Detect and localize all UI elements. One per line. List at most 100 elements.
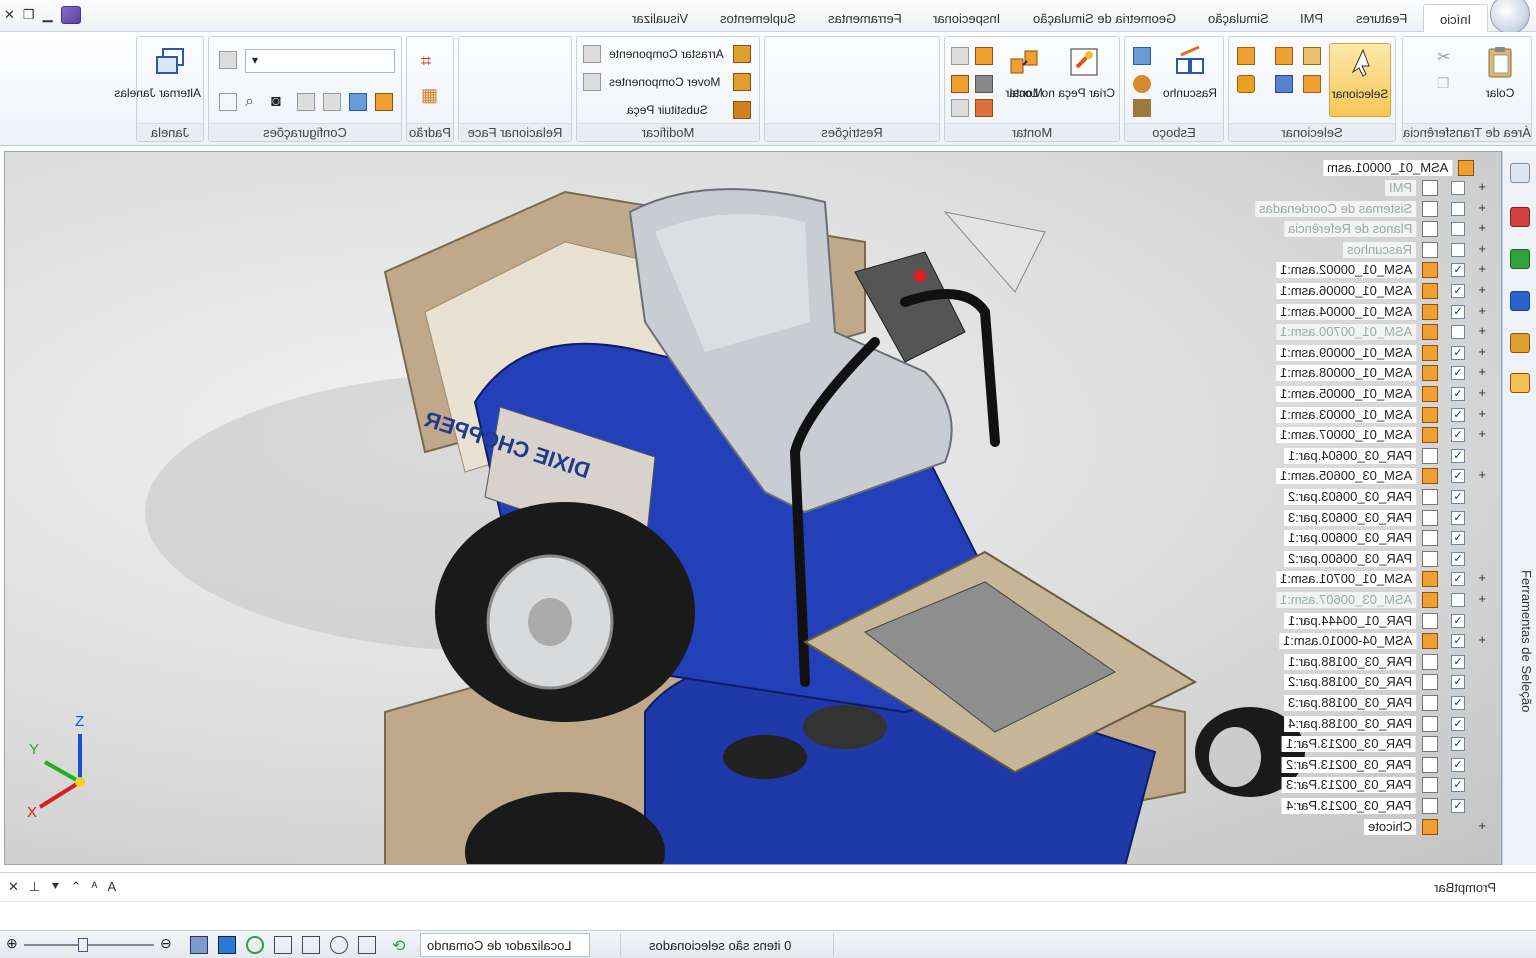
pin-icon[interactable]: ⊥: [29, 879, 40, 895]
zoom-icon[interactable]: [330, 936, 348, 954]
visibility-checkbox[interactable]: ✓: [1451, 387, 1465, 401]
expand-icon[interactable]: +: [1478, 818, 1486, 833]
view-orientation-icon[interactable]: [190, 936, 208, 954]
visibility-checkbox[interactable]: ✓: [1451, 407, 1465, 422]
tree-item[interactable]: ASM_01_00700.asm:1 +: [1258, 322, 1498, 342]
tree-item[interactable]: ASM_04-00010.asm:1 ✓ +: [1258, 631, 1498, 651]
expand-icon[interactable]: +: [1478, 282, 1486, 297]
visibility-checkbox[interactable]: ✓: [1451, 634, 1465, 649]
tree-item[interactable]: ASM_01_00004.asm:1 ✓ +: [1258, 302, 1498, 322]
visibility-checkbox[interactable]: ✓: [1451, 778, 1465, 793]
switch-windows-button[interactable]: Alternar Janelas: [114, 43, 201, 117]
visibility-checkbox[interactable]: ✓: [1451, 757, 1465, 772]
visibility-checkbox[interactable]: [1451, 201, 1465, 216]
create-part-in-place-button[interactable]: Criar Peça no Local: [1010, 43, 1115, 117]
display-config-icon[interactable]: [297, 93, 315, 111]
visibility-checkbox[interactable]: ✓: [1451, 345, 1465, 360]
zoom-slider[interactable]: ⊕ ⊖: [6, 935, 176, 953]
select-face-icon[interactable]: [1237, 47, 1255, 65]
tree-item[interactable]: PAR_03_00188.par:2 ✓: [1258, 672, 1498, 692]
sketch-plane-icon[interactable]: [1133, 47, 1151, 65]
app-icon[interactable]: [60, 6, 81, 24]
select-tools-icon[interactable]: [1510, 333, 1530, 353]
tree-item[interactable]: PAR_03_00213.Par:2 ✓: [1258, 755, 1498, 775]
tree-item[interactable]: ASM_01_00008.asm:1 ✓ +: [1258, 363, 1498, 383]
font-smaller-icon[interactable]: ᴬ: [92, 879, 98, 895]
fastener-icon[interactable]: [975, 75, 993, 93]
visibility-checkbox[interactable]: [1451, 181, 1465, 195]
tree-item[interactable]: PAR_03_00603.par:2 ✓: [1258, 487, 1498, 507]
expand-icon[interactable]: +: [1478, 323, 1486, 338]
tree-item[interactable]: ASM_01_00009.asm:1 ✓ +: [1258, 343, 1498, 363]
visibility-checkbox[interactable]: ✓: [1451, 737, 1465, 752]
config-checkbox[interactable]: [219, 93, 237, 111]
expand-icon[interactable]: +: [1478, 179, 1486, 194]
visibility-checkbox[interactable]: ✓: [1451, 613, 1465, 628]
visibility-checkbox[interactable]: ✓: [1451, 366, 1465, 381]
tree-item[interactable]: PAR_03_00188.par:1 ✓: [1258, 652, 1498, 672]
library-icon[interactable]: [1510, 163, 1530, 183]
pan-icon[interactable]: [358, 936, 376, 954]
close-icon[interactable]: ✕: [8, 879, 19, 895]
tab-inspecionar[interactable]: Inspecionar: [917, 4, 1016, 32]
paste-button[interactable]: Colar: [1469, 43, 1531, 117]
expand-icon[interactable]: +: [1478, 200, 1486, 215]
pattern-icon[interactable]: ⌗: [421, 51, 439, 71]
tree-item[interactable]: PAR_03_00600.par:2 ✓: [1258, 549, 1498, 569]
sketch-circle-icon[interactable]: [1133, 75, 1151, 93]
font-larger-icon[interactable]: A: [107, 879, 116, 895]
refresh-icon[interactable]: ⟲: [392, 936, 410, 955]
tree-item[interactable]: ASM_01_00701.asm:1 ✓ +: [1258, 569, 1498, 589]
visibility-checkbox[interactable]: ✓: [1451, 675, 1465, 690]
tab-inicio[interactable]: Início: [1422, 4, 1488, 32]
zoom-icon[interactable]: ⌕: [245, 93, 263, 111]
visibility-checkbox[interactable]: ✓: [1451, 284, 1465, 298]
filter-icon[interactable]: [1275, 75, 1293, 93]
zoom-in-icon[interactable]: ⊕: [6, 935, 18, 952]
expand-icon[interactable]: +: [1478, 570, 1486, 585]
tab-features[interactable]: Features: [1340, 4, 1423, 32]
visibility-checkbox[interactable]: ✓: [1451, 448, 1465, 463]
expand-icon[interactable]: +: [1478, 426, 1486, 441]
pattern-component-icon[interactable]: [951, 75, 969, 93]
visibility-checkbox[interactable]: ✓: [1451, 799, 1465, 813]
tree-item[interactable]: ASM_01_00006.asm:1 ✓ +: [1258, 281, 1498, 301]
tree-item[interactable]: ASM_01_00002.asm:1 ✓ +: [1258, 260, 1498, 280]
tab-simulacao[interactable]: Simulação: [1192, 4, 1285, 32]
zoom-thumb[interactable]: [78, 938, 88, 952]
window-config-icon[interactable]: [349, 93, 367, 111]
visibility-checkbox[interactable]: [1451, 325, 1465, 340]
tree-item[interactable]: PMI +: [1258, 178, 1498, 198]
tree-item[interactable]: Chicote +: [1258, 817, 1498, 837]
expand-icon[interactable]: +: [1478, 364, 1486, 379]
move-components-button[interactable]: Mover Componentes: [609, 75, 720, 89]
shaded-view-icon[interactable]: [218, 936, 236, 954]
select-button[interactable]: Selecionar: [1329, 43, 1391, 117]
assembly-config-icon[interactable]: [375, 93, 393, 111]
visibility-checkbox[interactable]: ✓: [1451, 510, 1465, 525]
collapse-icon[interactable]: ⌃: [71, 879, 82, 895]
visibility-checkbox[interactable]: ✓: [1451, 696, 1465, 710]
tree-item[interactable]: ASM_03_00605.asm:1 ✓ +: [1258, 466, 1498, 486]
select-tool-icon[interactable]: [1275, 47, 1293, 65]
expand-icon[interactable]: +: [1478, 591, 1486, 606]
pattern-along-icon[interactable]: ▦: [421, 85, 439, 105]
visibility-checkbox[interactable]: [1451, 222, 1465, 237]
configuration-dropdown[interactable]: ▾: [245, 49, 395, 73]
tree-item[interactable]: PAR_03_00188.par:4 ✓: [1258, 714, 1498, 734]
cut-icon[interactable]: ✂: [1437, 47, 1455, 66]
tree-item[interactable]: PAR_03_00213.Par:3 ✓: [1258, 775, 1498, 795]
tree-item[interactable]: Sistemas de Coordenadas +: [1254, 199, 1498, 219]
expand-icon[interactable]: +: [1478, 385, 1486, 400]
copy-icon[interactable]: ❐: [1437, 75, 1455, 93]
visibility-checkbox[interactable]: ✓: [1451, 572, 1465, 587]
tab-ferramentas[interactable]: Ferramentas: [812, 4, 918, 32]
visibility-checkbox[interactable]: ✓: [1451, 428, 1465, 443]
mirror-component-icon[interactable]: [975, 47, 993, 65]
zone-icon[interactable]: [323, 93, 341, 111]
application-button[interactable]: [1490, 0, 1530, 34]
command-finder[interactable]: Localizador de Comando: [420, 933, 590, 957]
sketch-button[interactable]: Rascunho: [1159, 43, 1221, 117]
fit-icon[interactable]: [302, 936, 320, 954]
pathfinder-icon[interactable]: [1510, 291, 1530, 311]
